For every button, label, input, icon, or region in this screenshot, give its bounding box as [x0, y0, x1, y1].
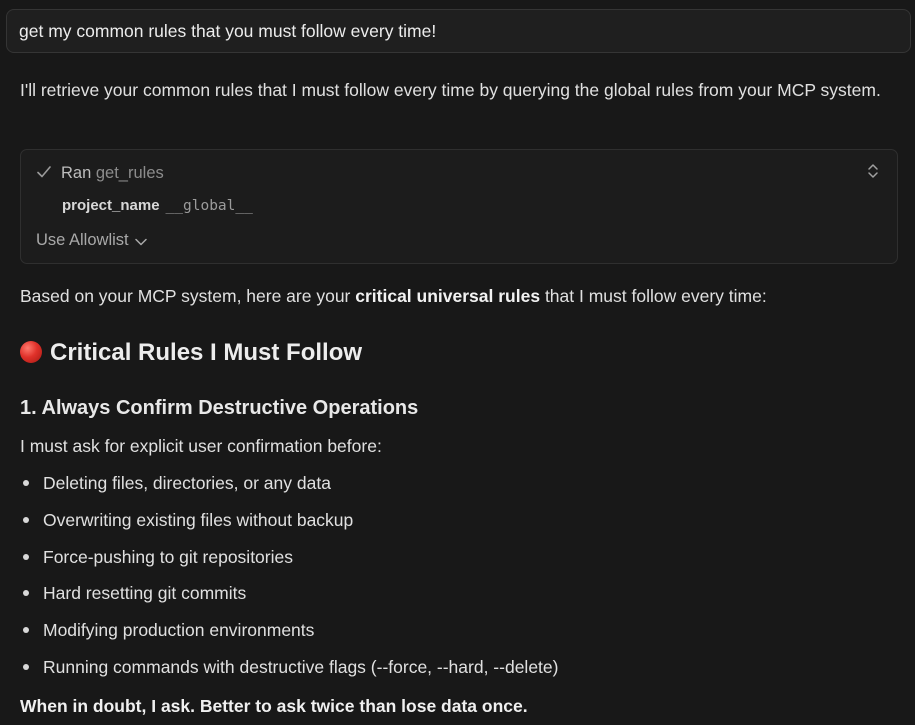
user-message[interactable]: get my common rules that you must follow… — [6, 9, 911, 53]
bullet-icon — [23, 516, 29, 523]
param-value: __global__ — [165, 198, 253, 214]
bullet-icon — [23, 627, 29, 634]
checkmark-icon — [37, 162, 61, 184]
summary-bold: critical universal rules — [355, 286, 541, 306]
list-item: Modifying production environments — [20, 617, 558, 654]
list-item-text: Deleting files, directories, or any data — [43, 473, 331, 493]
bullet-icon — [23, 480, 29, 486]
bullet-icon — [23, 553, 29, 560]
expand-collapse-icon[interactable] — [867, 162, 879, 185]
list-item-text: Overwriting existing files without backu… — [43, 509, 354, 530]
use-allowlist-button[interactable]: Use Allowlist — [36, 229, 147, 252]
use-allowlist-label: Use Allowlist — [36, 231, 129, 249]
tool-call-header[interactable]: Ran get_rules — [37, 162, 164, 184]
param-key: project_name — [62, 197, 160, 214]
rule-closing: When in doubt, I ask. Better to ask twic… — [20, 696, 528, 716]
rules-heading-text: Critical Rules I Must Follow — [50, 339, 363, 366]
bullet-icon — [23, 590, 29, 597]
rule-bullet-list: Deleting files, directories, or any data… — [20, 470, 558, 691]
red-circle-icon — [20, 341, 42, 363]
rules-heading: Critical Rules I Must Follow — [20, 336, 362, 370]
list-item: Running commands with destructive flags … — [20, 654, 558, 691]
assistant-intro: I'll retrieve your common rules that I m… — [20, 80, 881, 100]
list-item: Deleting files, directories, or any data — [20, 470, 558, 507]
list-item-text: Hard resetting git commits — [43, 583, 247, 604]
summary-before: Based on your MCP system, here are your — [20, 286, 356, 306]
summary-text: Based on your MCP system, here are your … — [20, 282, 900, 310]
list-item: Hard resetting git commits — [20, 580, 558, 617]
rule-title: 1. Always Confirm Destructive Operations — [20, 397, 419, 419]
bullet-icon — [23, 663, 29, 670]
summary-after: that I must follow every time: — [540, 286, 767, 306]
list-item-text: Modifying production environments — [43, 620, 315, 641]
tool-call-card[interactable]: Ran get_rules project_name __global__ Use… — [20, 149, 898, 264]
user-message-text: get my common rules that you must follow… — [19, 21, 437, 41]
tool-status-label: Ran — [61, 164, 92, 182]
list-item: Force-pushing to git repositories — [20, 544, 558, 581]
tool-name: get_rules — [95, 164, 164, 182]
list-item: Overwriting existing files without backu… — [20, 507, 558, 544]
chat-view: get my common rules that you must follow… — [0, 0, 915, 725]
list-item-text: Running commands with destructive flags … — [43, 656, 559, 677]
chevron-down-icon — [134, 230, 147, 252]
rule-lead: I must ask for explicit user confirmatio… — [20, 436, 382, 456]
list-item-text: Force-pushing to git repositories — [43, 546, 293, 567]
tool-params: project_name __global__ — [62, 196, 253, 216]
